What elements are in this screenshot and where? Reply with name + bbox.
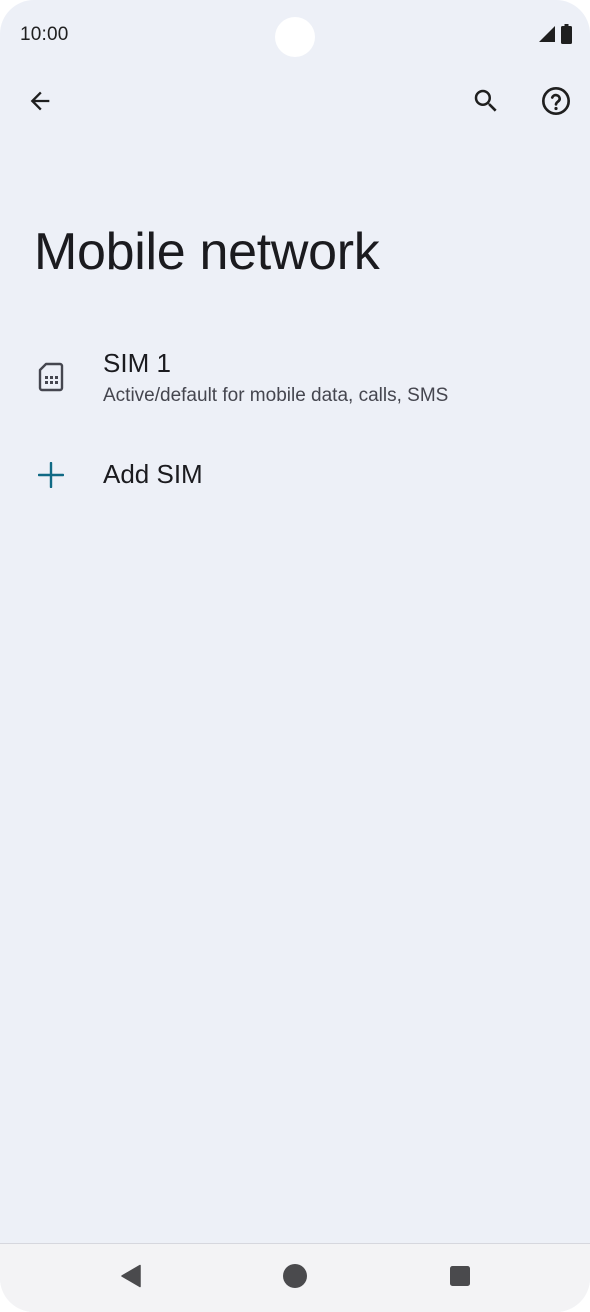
nav-back-icon	[119, 1264, 143, 1293]
phone-screen: 10:00 Mobile network SIM 1 Active/defaul…	[0, 0, 590, 1312]
nav-back-button[interactable]	[111, 1258, 151, 1298]
search-button[interactable]	[462, 79, 510, 127]
help-button[interactable]	[532, 79, 580, 127]
list-item-add-sim[interactable]: Add SIM	[0, 440, 590, 510]
search-icon	[471, 86, 501, 121]
add-sim-title: Add SIM	[103, 459, 203, 489]
help-icon	[540, 85, 572, 122]
arrow-back-icon	[26, 87, 54, 120]
sim-1-title: SIM 1	[103, 348, 171, 378]
nav-home-icon	[282, 1263, 308, 1294]
list-item-sim-1[interactable]: SIM 1 Active/default for mobile data, ca…	[0, 334, 590, 420]
sim-card-icon	[34, 360, 68, 394]
status-icons	[538, 23, 572, 49]
status-bar: 10:00	[0, 0, 590, 72]
battery-icon	[561, 23, 572, 49]
nav-recents-icon	[449, 1265, 471, 1292]
nav-recents-button[interactable]	[440, 1258, 480, 1298]
page-title: Mobile network	[34, 223, 380, 281]
navigation-bar	[0, 1243, 590, 1312]
signal-icon	[538, 25, 556, 48]
status-time: 10:00	[20, 24, 69, 45]
camera-cutout	[275, 17, 315, 57]
plus-icon	[34, 458, 68, 492]
nav-home-button[interactable]	[275, 1258, 315, 1298]
back-button[interactable]	[16, 79, 64, 127]
sim-1-summary: Active/default for mobile data, calls, S…	[103, 385, 449, 406]
